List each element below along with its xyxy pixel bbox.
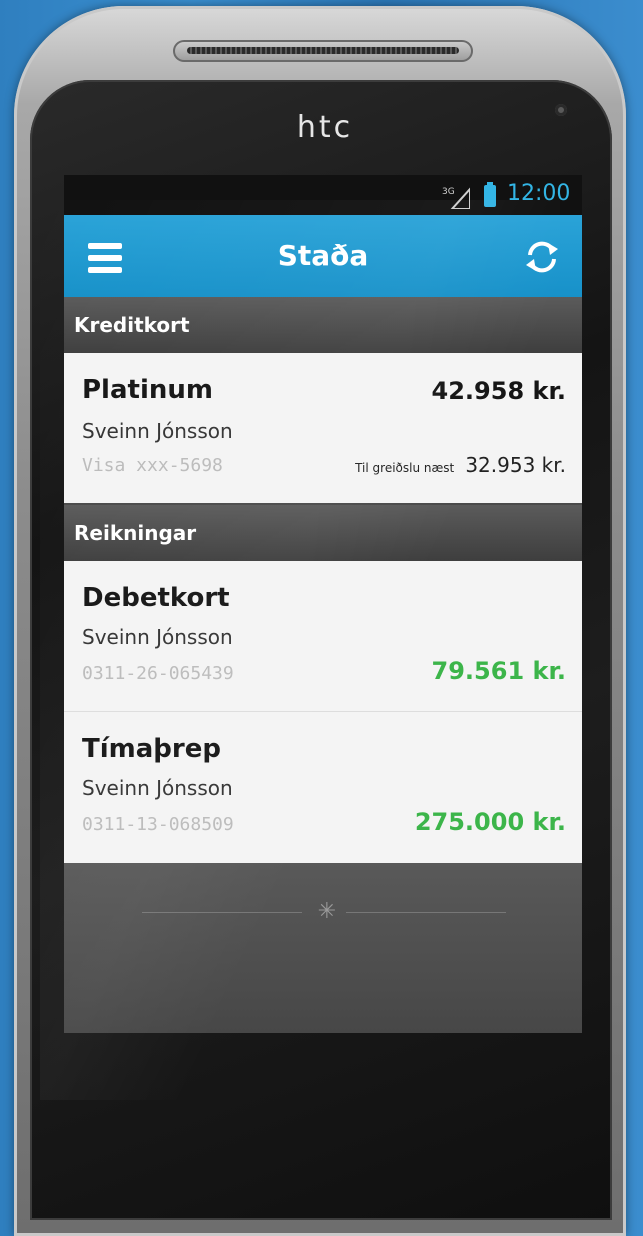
account-name: Debetkort: [82, 583, 230, 613]
section-title: Kreditkort: [74, 313, 190, 337]
account-name: Tímaþrep: [82, 734, 221, 764]
front-camera: [555, 104, 567, 116]
brand-logo: htc: [296, 110, 354, 145]
section-title: Reikningar: [74, 521, 197, 545]
divider-line: [346, 912, 506, 913]
account-owner: Sveinn Jónsson: [82, 625, 233, 649]
app-bar: Staða: [64, 215, 582, 297]
section-header-kreditkort: Kreditkort: [64, 297, 582, 353]
page-title: Staða: [277, 239, 369, 272]
account-number: 0311-13-068509: [82, 814, 234, 835]
empty-list-area: ✳: [64, 863, 582, 1033]
next-payment: Til greiðslu næst 32.953 kr.: [355, 453, 566, 477]
phone-screen: 3G 12:00 Staða Kreditkort Platinum 42.95…: [64, 175, 582, 1033]
next-payment-amount: 32.953 kr.: [465, 453, 566, 477]
status-bar: 3G 12:00: [64, 175, 582, 215]
account-name: Platinum: [82, 375, 213, 405]
loading-spinner-icon: ✳: [317, 899, 337, 924]
network-type-label: 3G: [442, 187, 455, 197]
status-time: 12:00: [507, 181, 571, 206]
account-card-debetkort[interactable]: Debetkort Sveinn Jónsson 0311-26-065439 …: [64, 561, 582, 711]
signal-icon: 3G: [442, 187, 470, 209]
account-number: 0311-26-065439: [82, 663, 234, 684]
account-card-timathrep[interactable]: Tímaþrep Sveinn Jónsson 0311-13-068509 2…: [64, 712, 582, 863]
earpiece-speaker: [173, 40, 473, 62]
account-balance: 42.958 kr.: [431, 377, 566, 405]
divider-line: [142, 912, 302, 913]
battery-icon: [484, 182, 496, 207]
account-card-platinum[interactable]: Platinum 42.958 kr. Sveinn Jónsson Visa …: [64, 353, 582, 503]
refresh-icon[interactable]: [522, 237, 562, 277]
account-number: Visa xxx-5698: [82, 455, 223, 476]
account-owner: Sveinn Jónsson: [82, 776, 233, 800]
next-payment-label: Til greiðslu næst: [355, 461, 455, 475]
account-balance: 275.000 kr.: [414, 808, 566, 836]
account-balance: 79.561 kr.: [431, 657, 566, 685]
account-owner: Sveinn Jónsson: [82, 419, 233, 443]
section-header-reikningar: Reikningar: [64, 505, 582, 561]
